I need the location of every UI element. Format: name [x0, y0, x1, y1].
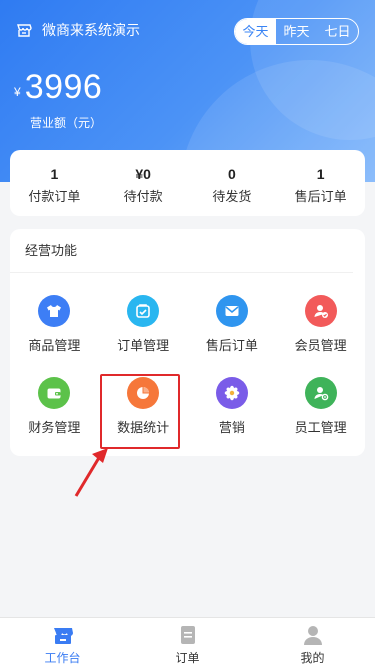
item-label: 商品管理 — [28, 338, 81, 353]
mail-icon — [215, 295, 248, 327]
period-selector: 今天 昨天 七日 — [234, 18, 359, 45]
stat-value: 1 — [316, 166, 325, 182]
stat-value: ¥0 — [135, 166, 151, 182]
tab-label: 我的 — [300, 651, 325, 665]
item-label: 订单管理 — [117, 338, 170, 353]
staff-management-button[interactable]: 员工管理 — [276, 361, 365, 443]
tab-mine[interactable]: 我的 — [250, 618, 375, 667]
member-icon — [304, 295, 337, 327]
stat-after-sales[interactable]: 1 售后订单 — [276, 150, 365, 216]
stat-pending-shipment[interactable]: 0 待发货 — [188, 150, 277, 216]
store-icon — [53, 628, 73, 644]
flower-icon — [215, 377, 248, 409]
revenue-amount: ¥ 3996 — [14, 68, 102, 107]
marketing-button[interactable]: 营销 — [188, 361, 277, 443]
product-management-button[interactable]: 商品管理 — [10, 279, 99, 361]
period-yesterday-tab[interactable]: 昨天 — [276, 19, 317, 44]
stat-pending-payment[interactable]: ¥0 待付款 — [99, 150, 188, 216]
shirt-icon — [38, 295, 71, 327]
period-7days-tab[interactable]: 七日 — [317, 19, 358, 44]
tab-orders[interactable]: 订单 — [125, 618, 250, 667]
after-sales-orders-button[interactable]: 售后订单 — [188, 279, 277, 361]
stat-value: 0 — [227, 166, 236, 182]
tab-workbench[interactable]: 工作台 — [0, 618, 125, 667]
item-label: 售后订单 — [205, 338, 258, 353]
tab-label: 工作台 — [44, 651, 81, 665]
stat-label: 售后订单 — [294, 189, 347, 204]
staff-icon — [304, 377, 337, 409]
period-today-tab[interactable]: 今天 — [235, 19, 276, 44]
business-functions-card: 经营功能 商品管理 订单管理 售后订单 会员管理 财务管理 数据统计 营销 员工… — [10, 229, 365, 456]
revenue-label: 营业额（元） — [30, 116, 103, 130]
bottom-tab-bar: 工作台 订单 我的 — [0, 617, 375, 667]
order-management-button[interactable]: 订单管理 — [99, 279, 188, 361]
user-icon — [303, 626, 322, 645]
wallet-icon — [38, 377, 71, 409]
function-grid: 商品管理 订单管理 售后订单 会员管理 财务管理 数据统计 营销 员工管理 — [10, 279, 365, 443]
highlight-box — [100, 374, 180, 449]
annotation-arrow-icon — [74, 448, 108, 497]
currency-symbol: ¥ — [14, 85, 21, 99]
stat-label: 付款订单 — [28, 189, 81, 204]
stat-label: 待付款 — [123, 189, 163, 204]
section-title: 经营功能 — [10, 229, 353, 273]
order-stats-card: 1 付款订单 ¥0 待付款 0 待发货 1 售后订单 — [10, 150, 365, 216]
stat-value: 1 — [50, 166, 59, 182]
tab-label: 订单 — [175, 651, 200, 665]
stat-label: 待发货 — [212, 189, 252, 204]
finance-management-button[interactable]: 财务管理 — [10, 361, 99, 443]
item-label: 会员管理 — [294, 338, 347, 353]
store-name: 微商来系统演示 — [42, 22, 140, 38]
store-icon — [16, 22, 32, 38]
item-label: 员工管理 — [294, 420, 347, 435]
member-management-button[interactable]: 会员管理 — [276, 279, 365, 361]
document-icon — [180, 626, 195, 644]
item-label: 财务管理 — [28, 420, 81, 435]
revenue-value: 3996 — [24, 68, 103, 106]
item-label: 营销 — [218, 420, 245, 435]
cart-icon — [127, 295, 160, 327]
stat-paid-orders[interactable]: 1 付款订单 — [10, 150, 99, 216]
